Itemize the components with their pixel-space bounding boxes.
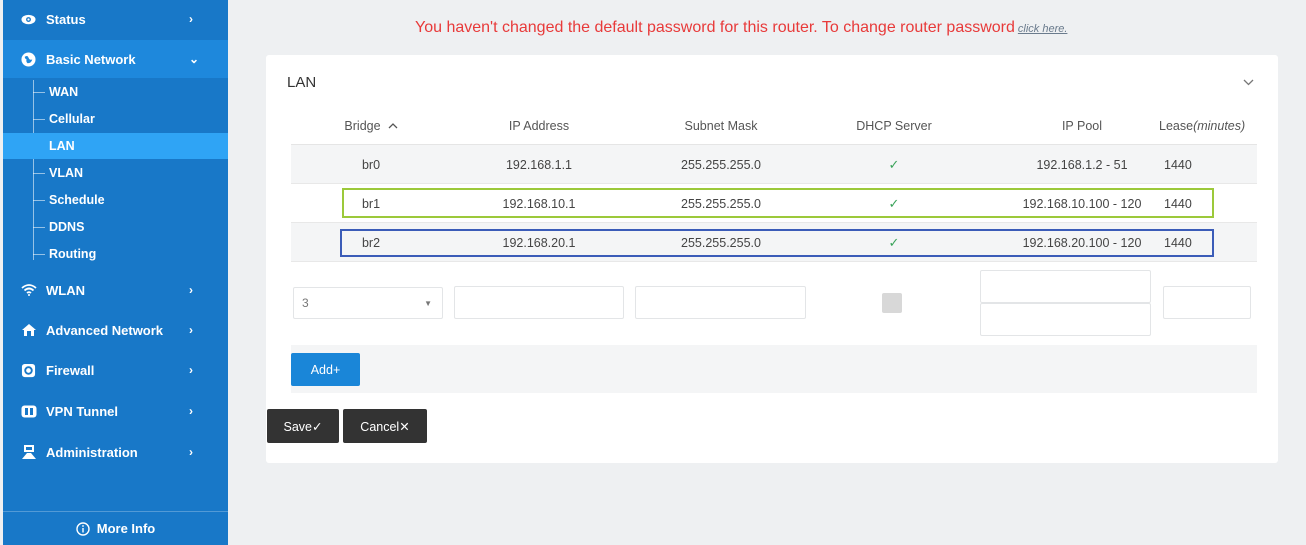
cell-pool: 192.168.1.2 - 51 [1036,157,1128,172]
nav-wlan-label: WLAN [46,282,85,298]
sidebar-item-schedule[interactable]: Schedule [3,187,228,213]
save-button[interactable]: Save✓ [267,409,339,443]
chevron-right-icon: › [189,323,193,337]
warning-text: You haven't changed the default password… [415,19,1015,36]
default-password-warning: You haven't changed the default password… [415,19,1067,37]
sidebar: Status › Basic Network ⌄ WAN Cellular LA… [3,0,228,545]
nav-advanced-network-label: Advanced Network [46,322,164,338]
chevron-right-icon: › [189,363,193,377]
network-icon [20,322,37,339]
nav-wlan[interactable]: WLAN › [3,271,228,309]
sort-asc-icon [388,123,398,129]
wifi-icon [20,282,37,299]
sidebar-item-wan[interactable]: WAN [3,79,228,105]
add-row-band [291,345,1257,393]
table-row[interactable]: br0 192.168.1.1 255.255.255.0 ✓ 192.168.… [291,145,1257,184]
sidebar-item-routing[interactable]: Routing [3,241,228,267]
sidebar-item-vlan[interactable]: VLAN [3,160,228,186]
cell-ip: 192.168.20.1 [502,235,576,250]
nav-administration-label: Administration [46,444,138,460]
nav-basic-network-label: Basic Network [46,51,136,67]
lease-input[interactable] [1163,286,1251,319]
dhcp-server-checkbox[interactable] [882,293,902,313]
check-icon: ✓ [888,156,900,172]
eye-icon [20,11,37,28]
ip-pool-start-input[interactable] [980,270,1151,303]
column-header-bridge[interactable]: Bridge [316,107,426,145]
nav-firewall[interactable]: Firewall › [3,351,228,389]
subnet-mask-input[interactable] [635,286,806,319]
bridge-select[interactable]: 3 ▼ [293,287,443,319]
chevron-right-icon: › [189,404,193,418]
cell-lease: 1440 [1164,157,1192,172]
check-icon: ✓ [888,195,900,211]
nav-vpn-tunnel[interactable]: VPN Tunnel › [3,392,228,430]
add-button[interactable]: Add+ [291,353,360,386]
column-header-dhcp: DHCP Server [856,119,932,133]
more-info-link[interactable]: More Info [3,511,228,545]
column-header-ip: IP Address [508,119,570,133]
column-header-mask: Subnet Mask [684,119,758,133]
collapse-chevron-icon[interactable] [1243,75,1254,89]
cell-mask: 255.255.255.0 [681,196,761,211]
column-header-pool: IP Pool [1061,119,1103,133]
bridge-header-label: Bridge [344,119,381,133]
nav-status[interactable]: Status › [3,0,228,38]
nav-advanced-network[interactable]: Advanced Network › [3,311,228,349]
nav-firewall-label: Firewall [46,362,95,378]
table-header: Bridge IP Address Subnet Mask DHCP Serve… [291,107,1257,145]
cell-mask: 255.255.255.0 [681,235,761,250]
cancel-button[interactable]: Cancel✕ [343,409,427,443]
ip-address-input[interactable] [454,286,624,319]
cell-ip: 192.168.10.1 [502,196,576,211]
globe-icon [20,51,37,68]
lease-unit-label: (minutes) [1193,119,1246,133]
cell-lease: 1440 [1164,196,1192,211]
ip-pool-end-input[interactable] [980,303,1151,336]
table-row[interactable]: br1 192.168.10.1 255.255.255.0 ✓ 192.168… [291,184,1257,223]
nav-status-label: Status [46,11,86,27]
cell-pool: 192.168.10.100 - 120 [1022,196,1142,211]
card-title: LAN [287,74,317,91]
lan-card: LAN Bridge IP Address Subnet Mask DHCP S… [266,55,1278,463]
sidebar-item-ddns[interactable]: DDNS [3,214,228,240]
chevron-right-icon: › [189,445,193,459]
info-icon [76,521,90,536]
nav-vpn-tunnel-label: VPN Tunnel [46,403,118,419]
bridge-select-value: 3 [302,296,309,310]
sidebar-item-cellular[interactable]: Cellular [3,106,228,132]
cell-bridge: br2 [361,235,381,250]
chevron-right-icon: › [189,12,193,26]
sidebar-item-lan[interactable]: LAN [3,133,228,159]
tunnel-icon [20,403,37,420]
column-header-lease: Lease (minutes) [1159,107,1259,145]
lease-header-label: Lease [1159,119,1194,133]
table-row[interactable]: br2 192.168.20.1 255.255.255.0 ✓ 192.168… [291,223,1257,262]
change-password-link[interactable]: click here. [1018,23,1068,35]
more-info-label: More Info [96,521,156,536]
cell-mask: 255.255.255.0 [681,157,761,172]
app: Status › Basic Network ⌄ WAN Cellular LA… [0,0,1306,545]
check-icon: ✓ [888,234,900,250]
nav-basic-network[interactable]: Basic Network ⌄ [3,40,228,78]
chevron-down-icon: ⌄ [189,52,200,66]
firewall-icon [20,362,37,379]
cell-pool: 192.168.20.100 - 120 [1022,235,1142,250]
nav-administration[interactable]: Administration › [3,433,228,471]
cell-bridge: br1 [361,196,381,211]
chevron-right-icon: › [189,283,193,297]
cell-lease: 1440 [1164,235,1192,250]
user-admin-icon [20,444,37,461]
cell-ip: 192.168.1.1 [505,157,573,172]
cell-bridge: br0 [361,157,381,172]
dropdown-caret-icon: ▼ [424,299,432,308]
